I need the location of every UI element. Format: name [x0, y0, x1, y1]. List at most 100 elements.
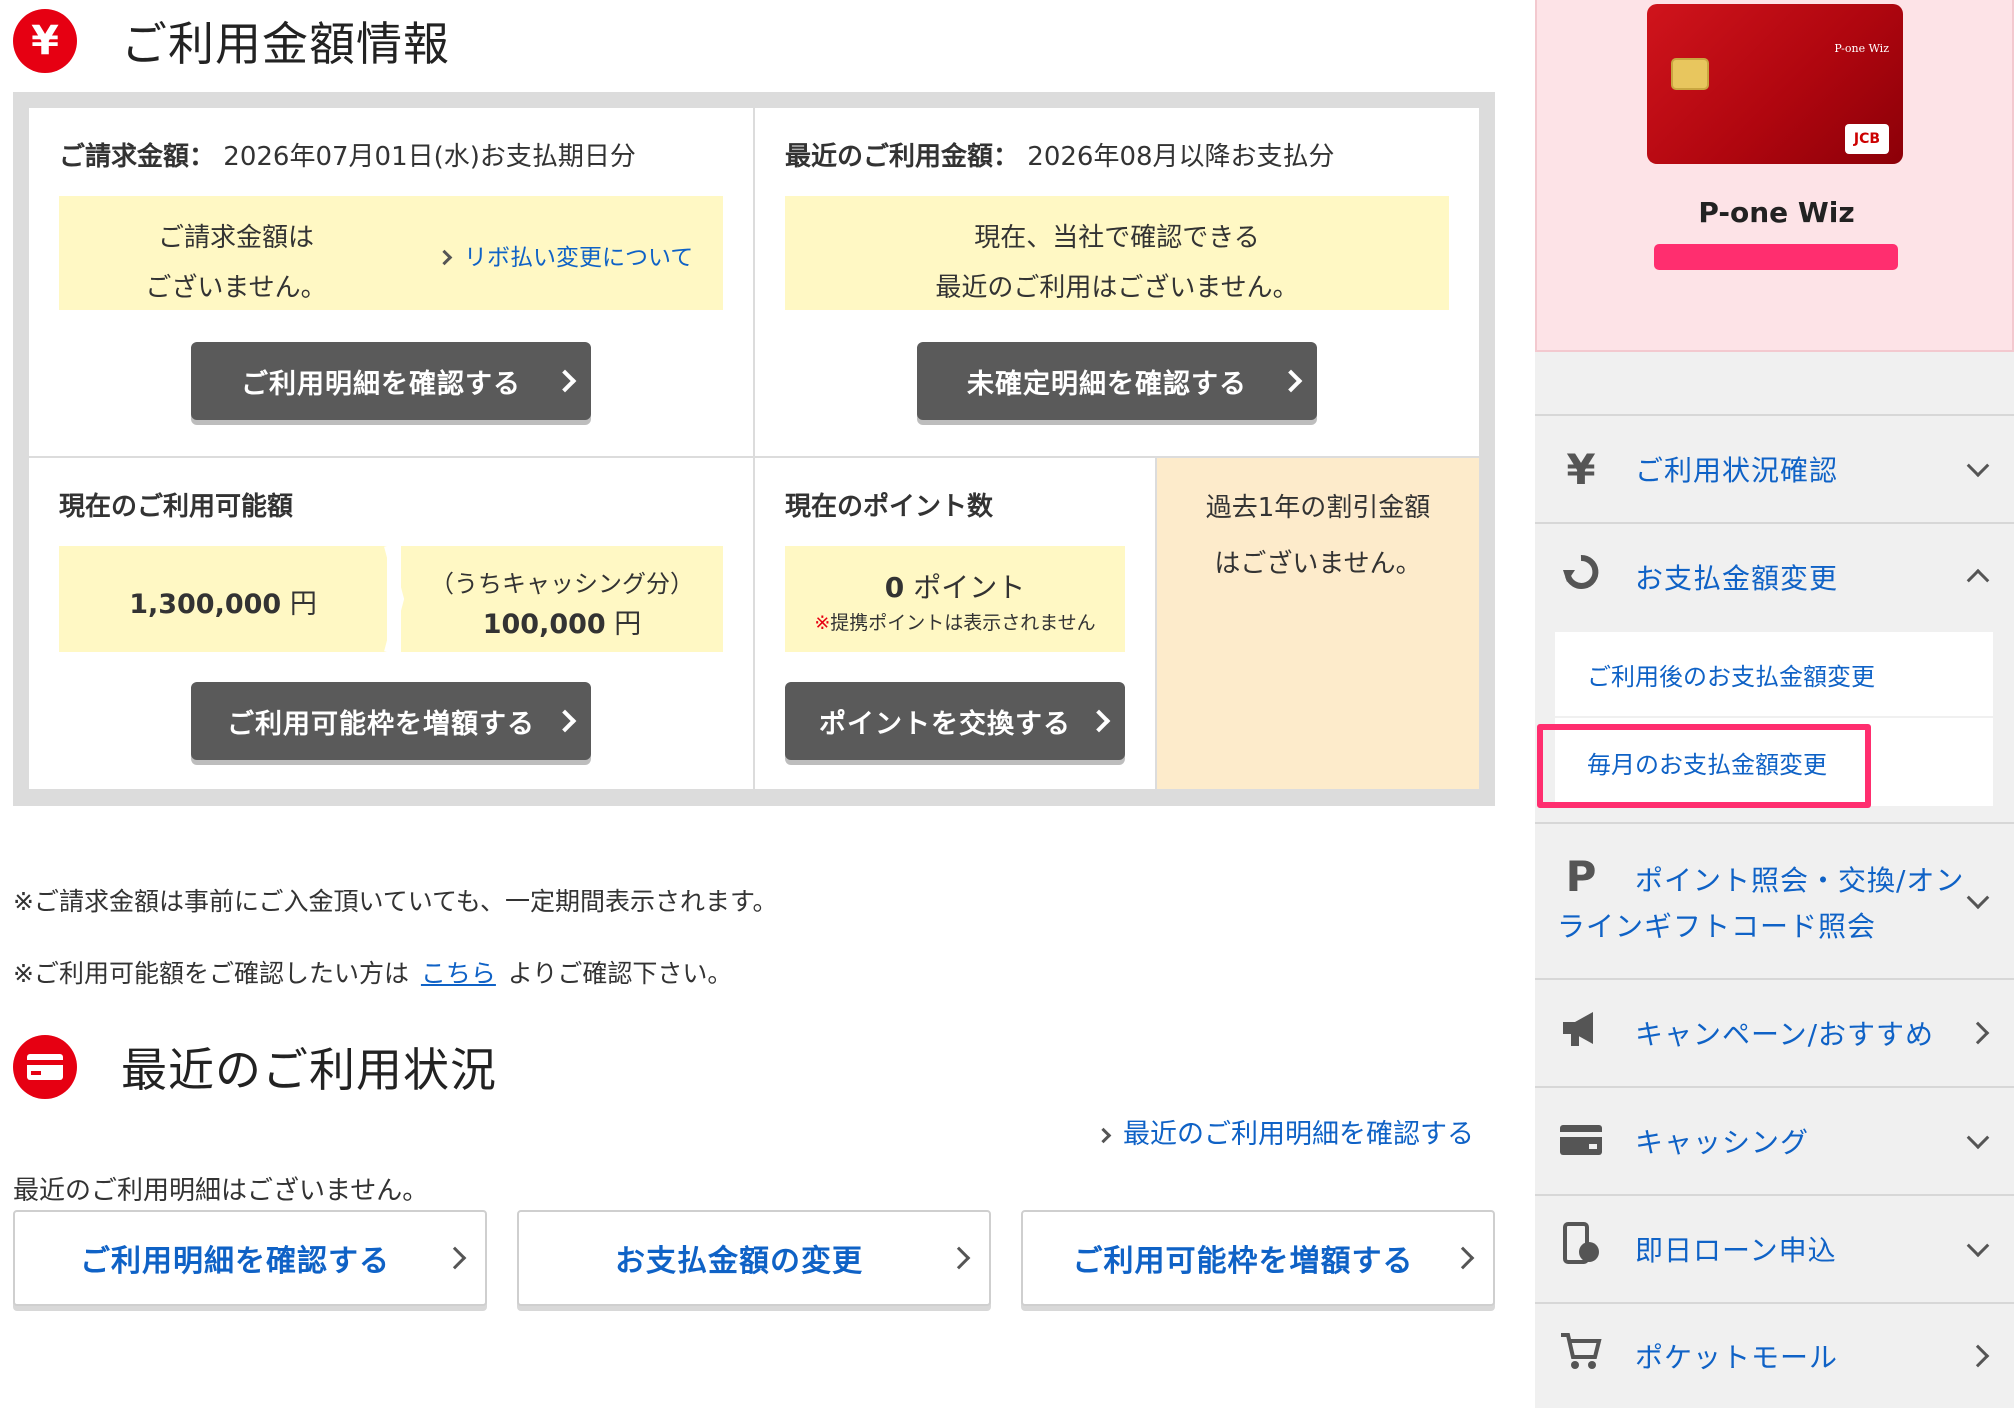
recent-detail-link-label: 最近のご利用明細を確認する: [1123, 1119, 1474, 1150]
yen-icon: ¥: [13, 9, 77, 73]
billing-period: 2026年07月01日(水)お支払期日分: [223, 142, 636, 172]
recent-view-statement-button[interactable]: ご利用明細を確認する: [13, 1210, 487, 1306]
view-statement-label: ご利用明細を確認する: [241, 368, 521, 400]
chevron-right-icon: [553, 369, 577, 393]
main-content: ¥ ご利用金額情報 ご請求金額： 2026年07月01日(水)お支払期日分 ご請…: [0, 0, 1500, 1408]
recent-period: 2026年08月以降お支払分: [1027, 142, 1335, 172]
chevron-down-icon: [1966, 454, 1990, 478]
cashing-label: （うちキャッシング分）: [430, 570, 694, 598]
billing-message-line2: ございません。: [145, 273, 327, 303]
points-value-row: 0 ポイント: [785, 566, 1125, 606]
chevron-right-icon: [1279, 369, 1303, 393]
revo-link[interactable]: リボ払い変更について: [436, 238, 694, 272]
billing-label: ご請求金額：: [59, 142, 216, 172]
chevron-right-icon: [436, 249, 453, 266]
credit-card-icon: [13, 1035, 77, 1099]
sidebar-item-campaign[interactable]: キャンペーン/おすすめ: [1535, 978, 2014, 1086]
cashing-amount: 100,000 円: [401, 602, 723, 641]
available-check-link[interactable]: こちら: [421, 959, 496, 988]
points-box: 0 ポイント ※提携ポイントは表示されません: [785, 546, 1125, 652]
chevron-right-icon: [1966, 1344, 1990, 1368]
sidebar-item-pocket-mall[interactable]: ポケットモール: [1535, 1302, 2014, 1408]
view-statement-button[interactable]: ご利用明細を確認する: [191, 342, 591, 420]
chevron-down-icon: [1966, 1126, 1990, 1150]
recent-usage-heading: 最近のご利用状況: [13, 1032, 497, 1102]
discount-line2: はございません。: [1214, 549, 1422, 579]
points-note-mark: ※: [814, 612, 831, 634]
view-unconfirmed-label: 未確定明細を確認する: [967, 368, 1247, 400]
available-note-prefix: ※ご利用可能額をご確認したい方は: [13, 959, 409, 988]
recent-increase-limit-label: ご利用可能枠を増額する: [1072, 1244, 1414, 1279]
sidebar-item-label-line1: ポイント照会・交換/オン: [1635, 864, 1965, 897]
recent-detail-link[interactable]: 最近のご利用明細を確認する: [1095, 1112, 1474, 1151]
sidebar-item-label: ポイント照会・交換/オン ラインギフトコード照会: [1557, 858, 1964, 950]
cashing-separator: [384, 546, 405, 652]
usage-summary-panel: ご請求金額： 2026年07月01日(水)お支払期日分 ご請求金額は ございませ…: [13, 92, 1495, 806]
points-value: 0: [884, 571, 905, 604]
chevron-up-icon: [1966, 568, 1990, 592]
sidebar-item-label: ポケットモール: [1635, 1341, 1839, 1374]
chevron-right-icon: [1966, 1021, 1990, 1045]
recent-view-statement-label: ご利用明細を確認する: [80, 1244, 390, 1279]
megaphone-icon: [1557, 1008, 1605, 1058]
available-note-suffix: よりご確認下さい。: [507, 959, 733, 988]
card-chip-icon: [1671, 58, 1709, 90]
billing-label-row: ご請求金額： 2026年07月01日(水)お支払期日分: [59, 136, 636, 173]
sidebar-item-label: キャッシング: [1635, 1126, 1810, 1159]
exchange-points-button[interactable]: ポイントを交換する: [785, 682, 1125, 760]
billing-note: ※ご請求金額は事前にご入金頂いていても、一定期間表示されます。: [13, 887, 778, 916]
revo-link-label: リボ払い変更について: [464, 245, 694, 271]
sidebar-item-usage-status[interactable]: ¥ ご利用状況確認: [1535, 414, 2014, 522]
chevron-down-icon: [1966, 1234, 1990, 1258]
available-amount: 1,300,000 円: [59, 582, 387, 621]
change-payment-button[interactable]: お支払金額の変更: [517, 1210, 991, 1306]
billing-message: ご請求金額は ございません。: [59, 210, 413, 316]
sidebar-item-label: 即日ローン申込: [1635, 1234, 1837, 1267]
available-label-text: 現在のご利用可能額: [59, 492, 294, 522]
sidebar-item-points[interactable]: P ポイント照会・交換/オン ラインギフトコード照会: [1535, 822, 2014, 978]
chevron-right-icon: [1451, 1246, 1475, 1270]
sidebar-item-label-line2: ラインギフトコード照会: [1557, 910, 1877, 943]
card-status-bar: [1654, 244, 1898, 270]
card-brand: P-one Wiz: [1834, 42, 1889, 55]
submenu-after-use-payment-change[interactable]: ご利用後のお支払金額変更: [1555, 632, 1993, 716]
sidebar-item-label: お支払金額変更: [1635, 562, 1839, 595]
available-amount-box: 1,300,000 円: [59, 546, 387, 652]
cashing-amount-value: 100,000: [482, 609, 606, 640]
usage-summary-inner: ご請求金額： 2026年07月01日(水)お支払期日分 ご請求金額は ございませ…: [29, 108, 1479, 789]
points-label: 現在のポイント数: [785, 486, 993, 523]
points-note-text: 提携ポイントは表示されません: [830, 612, 1096, 634]
sidebar-item-payment-change[interactable]: お支払金額変更: [1535, 522, 2014, 630]
chevron-right-icon: [553, 709, 577, 733]
cashing-amount-unit: 円: [614, 609, 642, 640]
available-amount-unit: 円: [289, 589, 317, 620]
highlight-box: [1537, 724, 1871, 808]
view-unconfirmed-button[interactable]: 未確定明細を確認する: [917, 342, 1317, 420]
available-amount-value: 1,300,000: [129, 589, 282, 620]
sidebar-item-label: ご利用状況確認: [1635, 454, 1839, 487]
submenu-label: ご利用後のお支払金額変更: [1587, 662, 1875, 691]
refresh-icon: [1557, 552, 1605, 602]
card-icon: [1557, 1117, 1605, 1166]
chevron-down-icon: [1966, 886, 1990, 910]
discount-line1: 過去1年の割引金額: [1205, 493, 1431, 523]
increase-limit-button[interactable]: ご利用可能枠を増額する: [191, 682, 591, 760]
chevron-right-icon: [1087, 709, 1111, 733]
recent-message-box: 現在、当社で確認できる 最近のご利用はございません。: [785, 196, 1449, 310]
recent-label-row: 最近のご利用金額： 2026年08月以降お支払分: [785, 136, 1335, 173]
page-title: ご利用金額情報: [121, 17, 450, 71]
recent-increase-limit-button[interactable]: ご利用可能枠を増額する: [1021, 1210, 1495, 1306]
discount-message: 過去1年の割引金額 はございません。: [1157, 480, 1479, 592]
recent-message-line2: 最近のご利用はございません。: [935, 273, 1299, 303]
recent-label: 最近のご利用金額：: [785, 142, 1020, 172]
points-note: ※提携ポイントは表示されません: [785, 608, 1125, 635]
sidebar-item-cashing[interactable]: キャッシング: [1535, 1086, 2014, 1194]
chevron-right-icon: [947, 1246, 971, 1270]
divider: [753, 108, 755, 789]
card-name: P-one Wiz: [1698, 196, 1855, 229]
available-note: ※ご利用可能額をご確認したい方は こちら よりご確認下さい。: [13, 954, 732, 990]
recent-message-line1: 現在、当社で確認できる: [974, 223, 1260, 253]
sidebar-item-same-day-loan[interactable]: 即日ローン申込: [1535, 1194, 2014, 1302]
discount-box: 過去1年の割引金額 はございません。: [1157, 458, 1479, 789]
cashing-amount-box: （うちキャッシング分） 100,000 円: [401, 546, 723, 652]
